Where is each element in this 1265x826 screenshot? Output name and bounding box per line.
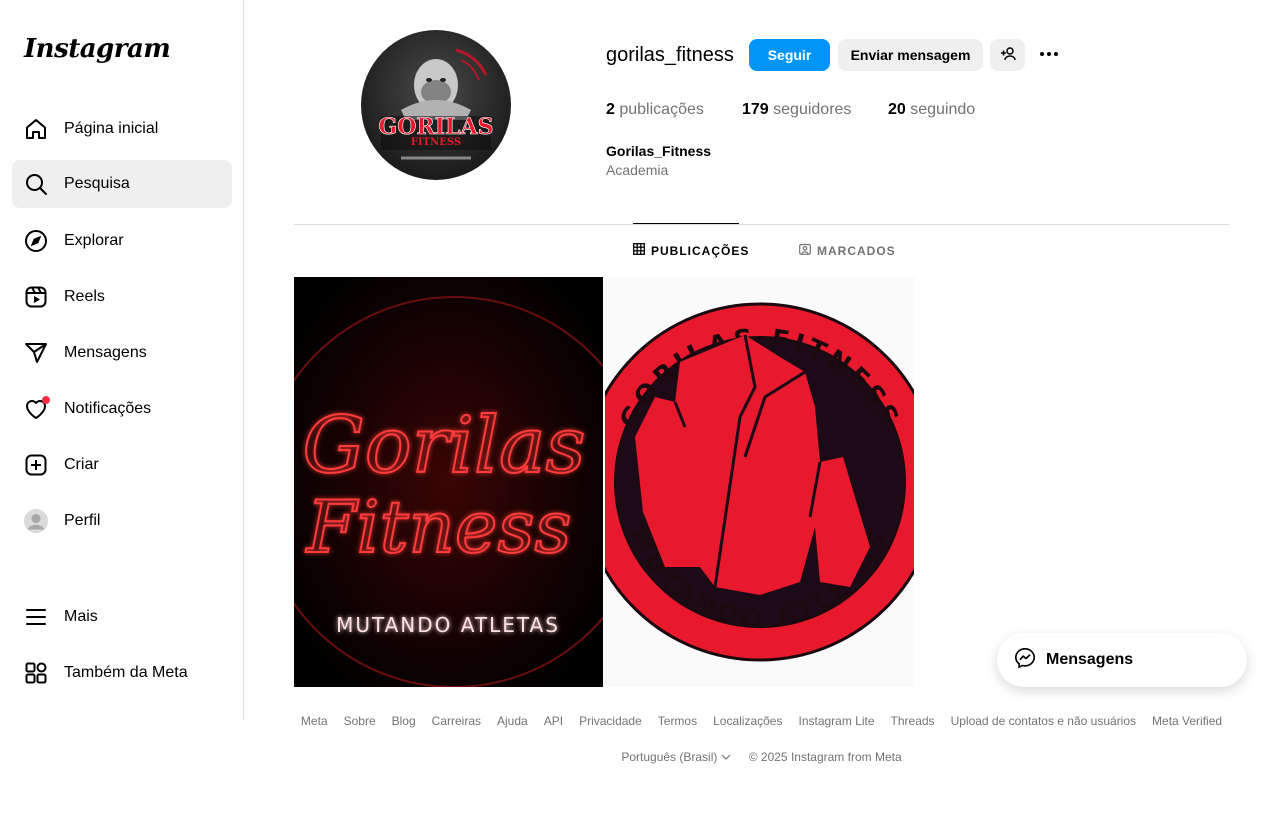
more-horizontal-icon (1037, 42, 1061, 69)
floating-messages-button[interactable]: Mensagens (997, 633, 1247, 687)
following-label: seguindo (910, 101, 976, 118)
meta-apps-icon (24, 661, 48, 685)
footer-link[interactable]: Upload de contatos e não usuários (951, 714, 1136, 728)
more-options-button[interactable] (1034, 39, 1064, 71)
plus-square-icon (24, 453, 48, 477)
footer-link[interactable]: Blog (392, 714, 416, 728)
language-label: Português (Brasil) (621, 750, 718, 764)
send-icon (24, 341, 48, 365)
sidebar: Instagram Página inicial Pesquisa Explor… (0, 0, 244, 720)
floating-messages-label: Mensagens (1046, 651, 1134, 668)
sidebar-item-create[interactable]: Criar (12, 441, 232, 489)
tab-posts[interactable]: PUBLICAÇÕES (633, 243, 749, 258)
compass-icon (24, 229, 48, 253)
followers-count: 179 (742, 101, 769, 118)
sidebar-item-label: Notificações (64, 400, 152, 417)
posts-label: publicações (619, 101, 704, 118)
sidebar-item-label: Também da Meta (64, 664, 188, 681)
profile-category: Academia (606, 162, 669, 178)
sidebar-item-label: Perfil (64, 512, 101, 529)
posts-count: 2 (606, 101, 615, 118)
profile-pic-subtitle: FITNESS (411, 137, 461, 148)
post-thumbnail[interactable]: Gorilas Fitness MUTANDO ATLETAS (294, 277, 603, 687)
sidebar-item-label: Explorar (64, 232, 124, 249)
sidebar-item-label: Reels (64, 288, 105, 305)
footer-link[interactable]: API (544, 714, 563, 728)
followers-label: seguidores (773, 101, 852, 118)
search-icon (24, 172, 48, 196)
post-neon-line2: Fitness (305, 485, 572, 569)
sidebar-item-explore[interactable]: Explorar (12, 217, 232, 265)
tagged-icon (799, 243, 811, 258)
grid-icon (633, 243, 645, 258)
following-count: 20 (888, 101, 906, 118)
sidebar-item-label: Criar (64, 456, 99, 473)
sidebar-item-label: Mensagens (64, 344, 147, 361)
sidebar-item-label: Página inicial (64, 120, 159, 137)
heart-icon (24, 396, 50, 421)
copyright: © 2025 Instagram from Meta (748, 750, 902, 764)
avatar (24, 509, 48, 533)
post-tagline: MUTANDO ATLETAS (336, 613, 560, 637)
menu-icon (24, 605, 48, 629)
profile-full-name: Gorilas_Fitness (606, 143, 712, 159)
sidebar-item-more[interactable]: Mais (12, 593, 232, 641)
footer-link[interactable]: Meta Verified (1152, 714, 1222, 728)
instagram-logo[interactable]: Instagram (24, 34, 171, 64)
post-neon-line1: Gorilas (303, 401, 586, 491)
footer-link[interactable]: Privacidade (579, 714, 642, 728)
sidebar-item-home[interactable]: Página inicial (12, 105, 232, 153)
suggest-users-button[interactable] (990, 39, 1025, 71)
tab-tagged-label: MARCADOS (817, 243, 896, 258)
post-thumbnail[interactable]: GORILAS FITNESS MUTANDO ATLETAS (605, 277, 914, 687)
footer-bottom: Português (Brasil) © 2025 Instagram from… (294, 750, 1229, 764)
active-tab-indicator (633, 223, 739, 224)
sidebar-item-reels[interactable]: Reels (12, 273, 232, 321)
footer-link[interactable]: Carreiras (432, 714, 481, 728)
sidebar-item-label: Pesquisa (64, 175, 130, 192)
profile-picture[interactable]: GORILAS FITNESS (361, 30, 511, 180)
language-selector[interactable]: Português (Brasil) (621, 750, 731, 764)
footer-links: Meta Sobre Blog Carreiras Ajuda API Priv… (294, 714, 1229, 728)
chevron-down-icon (721, 750, 731, 764)
profile-username: gorilas_fitness (606, 44, 734, 66)
sidebar-item-label: Mais (64, 608, 98, 625)
footer-link[interactable]: Termos (658, 714, 697, 728)
footer-link[interactable]: Localizações (713, 714, 782, 728)
add-user-icon (1000, 46, 1016, 65)
follow-button[interactable]: Seguir (749, 39, 830, 71)
messenger-icon (1014, 647, 1036, 674)
reels-icon (24, 285, 48, 309)
footer-link[interactable]: Meta (301, 714, 328, 728)
tab-posts-label: PUBLICAÇÕES (651, 243, 750, 258)
sidebar-item-notifications[interactable]: Notificações (12, 385, 232, 433)
following-stat[interactable]: 20 seguindo (888, 101, 975, 119)
sidebar-item-meta[interactable]: Também da Meta (12, 649, 232, 697)
sidebar-item-profile[interactable]: Perfil (12, 497, 232, 545)
home-icon (24, 117, 48, 141)
notification-dot (42, 396, 50, 404)
sidebar-item-search[interactable]: Pesquisa (12, 160, 232, 208)
tabs-divider (294, 224, 1229, 225)
send-message-button[interactable]: Enviar mensagem (838, 39, 983, 71)
footer-link[interactable]: Instagram Lite (798, 714, 874, 728)
footer-link[interactable]: Ajuda (497, 714, 528, 728)
footer-link[interactable]: Threads (891, 714, 935, 728)
posts-stat: 2 publicações (606, 101, 704, 119)
tab-tagged[interactable]: MARCADOS (799, 243, 896, 258)
sidebar-item-messages[interactable]: Mensagens (12, 329, 232, 377)
followers-stat[interactable]: 179 seguidores (742, 101, 851, 119)
footer-link[interactable]: Sobre (344, 714, 376, 728)
